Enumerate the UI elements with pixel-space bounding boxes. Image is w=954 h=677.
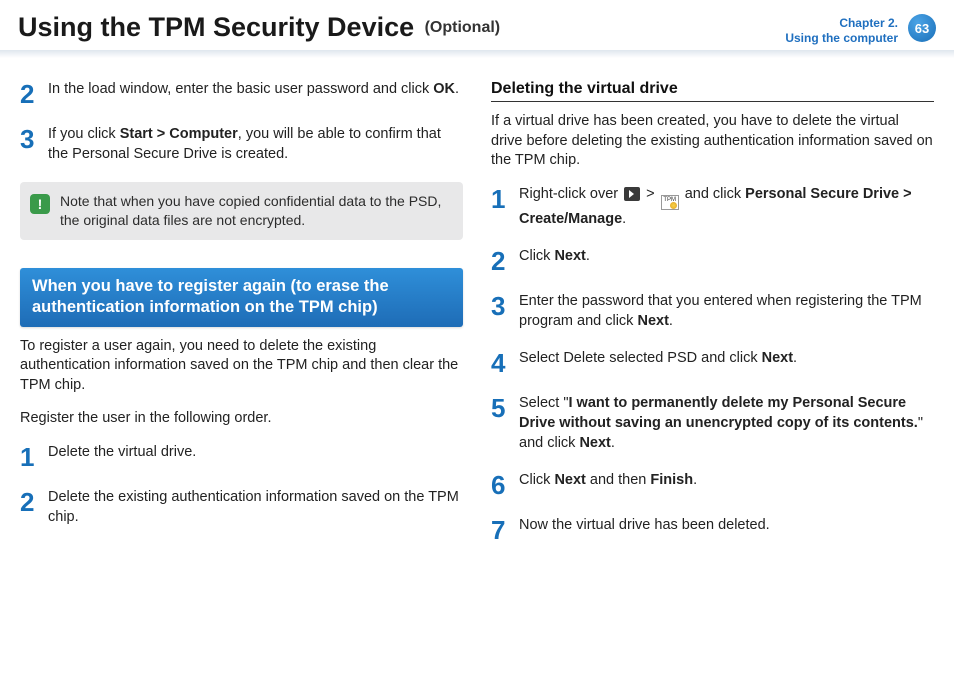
note-text: Note that when you have copied confident… <box>60 192 451 230</box>
text: . <box>693 472 697 488</box>
title-wrap: Using the TPM Security Device (Optional) <box>18 12 785 43</box>
step-body: Delete the existing authentication infor… <box>48 488 463 527</box>
text: Enter the password that you entered when… <box>519 293 922 329</box>
paragraph: Register the user in the following order… <box>20 409 463 429</box>
bold: Next <box>579 435 610 451</box>
step-item: 2 In the load window, enter the basic us… <box>20 80 463 107</box>
chapter-line-2: Using the computer <box>785 31 898 46</box>
bold: Start > Computer <box>120 126 238 142</box>
page-header: Using the TPM Security Device (Optional)… <box>0 0 954 46</box>
text: Right-click over <box>519 186 622 202</box>
step-item: 5 Select "I want to permanently delete m… <box>491 394 934 453</box>
step-number: 2 <box>20 488 48 527</box>
step-number: 2 <box>491 247 519 274</box>
text: . <box>669 313 673 329</box>
text: . <box>622 211 626 227</box>
step-body: If you click Start > Computer, you will … <box>48 125 463 164</box>
left-column: 2 In the load window, enter the basic us… <box>20 80 463 561</box>
note-callout: ! Note that when you have copied confide… <box>20 182 463 240</box>
step-body: Now the virtual drive has been deleted. <box>519 516 770 543</box>
step-body: Right-click over > TPM and click Persona… <box>519 185 934 230</box>
step-body: Delete the virtual drive. <box>48 443 196 470</box>
bold: I want to permanently delete my Personal… <box>519 395 918 431</box>
tpm-app-icon: TPM <box>661 195 679 210</box>
tray-arrow-icon <box>624 187 640 201</box>
step-number: 3 <box>20 125 48 164</box>
step-number: 2 <box>20 80 48 107</box>
text: > <box>642 186 659 202</box>
step-number: 6 <box>491 471 519 498</box>
paragraph: To register a user again, you need to de… <box>20 337 463 396</box>
text: Click <box>519 472 554 488</box>
page-number-badge: 63 <box>908 14 936 42</box>
step-number: 5 <box>491 394 519 453</box>
text: In the load window, enter the basic user… <box>48 81 433 97</box>
step-number: 4 <box>491 349 519 376</box>
step-item: 6 Click Next and then Finish. <box>491 471 934 498</box>
step-body: Click Next and then Finish. <box>519 471 697 498</box>
step-item: 3 Enter the password that you entered wh… <box>491 292 934 331</box>
content-columns: 2 In the load window, enter the basic us… <box>0 58 954 561</box>
step-number: 1 <box>20 443 48 470</box>
bold: Next <box>637 313 668 329</box>
step-body: Click Next. <box>519 247 590 274</box>
bold: Next <box>762 350 793 366</box>
text: and click <box>681 186 745 202</box>
step-body: Enter the password that you entered when… <box>519 292 934 331</box>
text: . <box>455 81 459 97</box>
bold: Next <box>554 472 585 488</box>
chapter-line-1: Chapter 2. <box>785 16 898 31</box>
text: Select Delete selected PSD and click <box>519 350 762 366</box>
right-column: Deleting the virtual drive If a virtual … <box>491 80 934 561</box>
step-body: Select Delete selected PSD and click Nex… <box>519 349 797 376</box>
page-title-optional: (Optional) <box>425 19 501 36</box>
title-underline <box>0 50 954 58</box>
text: . <box>586 248 590 264</box>
bold: Next <box>554 248 585 264</box>
chapter-label: Chapter 2. Using the computer <box>785 12 904 46</box>
text: . <box>611 435 615 451</box>
step-item: 3 If you click Start > Computer, you wil… <box>20 125 463 164</box>
step-number: 1 <box>491 185 519 230</box>
step-item: 1 Delete the virtual drive. <box>20 443 463 470</box>
section-heading-blue: When you have to register again (to eras… <box>20 268 463 327</box>
step-number: 7 <box>491 516 519 543</box>
text: and then <box>586 472 651 488</box>
step-item: 2 Delete the existing authentication inf… <box>20 488 463 527</box>
text: Select " <box>519 395 568 411</box>
text: . <box>793 350 797 366</box>
bold: OK <box>433 81 455 97</box>
step-item: 2 Click Next. <box>491 247 934 274</box>
paragraph: If a virtual drive has been created, you… <box>491 112 934 171</box>
step-body: In the load window, enter the basic user… <box>48 80 459 107</box>
step-item: 4 Select Delete selected PSD and click N… <box>491 349 934 376</box>
page-title: Using the TPM Security Device <box>18 12 414 42</box>
step-item: 1 Right-click over > TPM and click Perso… <box>491 185 934 230</box>
step-item: 7 Now the virtual drive has been deleted… <box>491 516 934 543</box>
text: Click <box>519 248 554 264</box>
step-body: Select "I want to permanently delete my … <box>519 394 934 453</box>
section-heading-underline: Deleting the virtual drive <box>491 80 934 102</box>
attention-icon: ! <box>30 194 50 214</box>
step-number: 3 <box>491 292 519 331</box>
text: If you click <box>48 126 120 142</box>
bold: Finish <box>650 472 693 488</box>
